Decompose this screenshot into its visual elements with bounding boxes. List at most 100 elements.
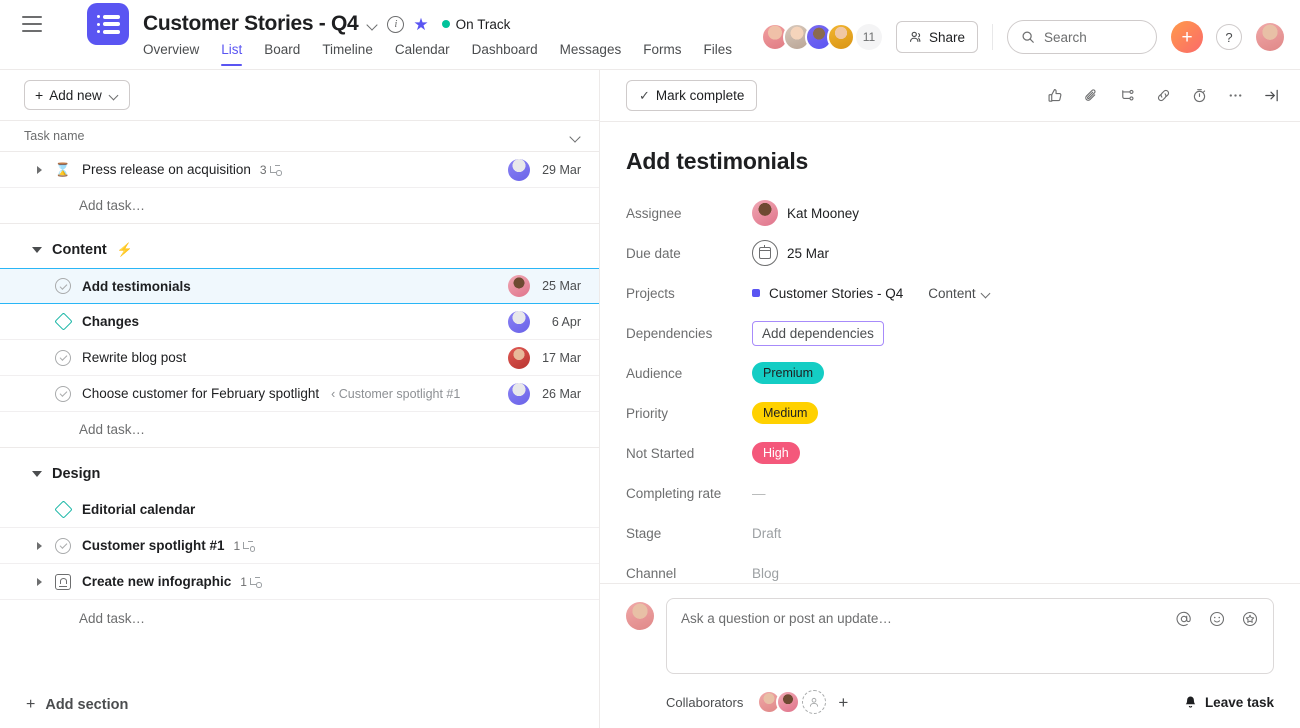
field-assignee: Assignee Kat Mooney (626, 193, 1274, 233)
menu-icon[interactable] (22, 16, 42, 32)
stage-value[interactable]: Draft (752, 526, 781, 541)
audience-pill[interactable]: Premium (752, 361, 825, 385)
comment-toolbar (1174, 609, 1259, 628)
help-button[interactable]: ? (1216, 24, 1242, 50)
approval-icon[interactable] (54, 573, 72, 590)
thumbs-up-icon[interactable] (1044, 85, 1066, 107)
milestone-diamond-icon[interactable] (53, 500, 73, 519)
add-task-button[interactable]: Add task… (0, 412, 599, 448)
parent-task-reference[interactable]: ‹ Customer spotlight #1 (331, 387, 460, 401)
channel-value[interactable]: Blog (752, 566, 779, 581)
tab-dashboard[interactable]: Dashboard (461, 42, 549, 66)
add-section-button[interactable]: + Add section (0, 696, 128, 714)
table-row[interactable]: Rewrite blog post 17 Mar (0, 340, 599, 376)
priority-pill[interactable]: Medium (752, 401, 819, 425)
check-circle-icon[interactable] (54, 385, 72, 402)
expand-caret-icon[interactable] (32, 541, 46, 550)
status-badge[interactable]: On Track (441, 17, 510, 32)
share-button[interactable]: Share (895, 21, 978, 53)
create-button[interactable]: + (1171, 21, 1203, 53)
add-dependencies-button[interactable]: Add dependencies (752, 320, 884, 346)
add-task-button[interactable]: Add task… (0, 600, 599, 636)
table-row[interactable]: Choose customer for February spotlight ‹… (0, 376, 599, 412)
project-color-dot-icon (752, 289, 760, 297)
comment-row: Ask a question or post an update… (626, 598, 1274, 674)
tab-list[interactable]: List (210, 42, 253, 66)
due-date-text: 25 Mar (787, 245, 830, 261)
add-task-button[interactable]: Add task… (0, 188, 599, 224)
collaborators-row: Collaborators + Leave task (626, 690, 1274, 714)
project-section-dropdown[interactable]: Content (928, 286, 990, 301)
completing-rate-value[interactable]: — (752, 486, 766, 501)
subtask-count-value: 1 (240, 574, 247, 589)
field-priority: Priority Medium (626, 393, 1274, 433)
avatar[interactable] (508, 382, 530, 405)
link-icon[interactable] (1152, 85, 1174, 107)
project-name: Customer Stories - Q4 (769, 285, 904, 301)
add-collaborator-button[interactable]: + (838, 694, 848, 711)
avatar[interactable] (752, 200, 778, 226)
star-icon[interactable]: ★ (413, 16, 428, 33)
paperclip-icon[interactable] (1080, 85, 1102, 107)
tab-overview[interactable]: Overview (143, 42, 210, 66)
tab-files[interactable]: Files (692, 42, 743, 66)
table-row[interactable]: Editorial calendar (0, 492, 599, 528)
timer-icon[interactable] (1188, 85, 1210, 107)
tab-board[interactable]: Board (253, 42, 311, 66)
avatar[interactable] (826, 23, 855, 51)
check-circle-icon[interactable] (54, 278, 72, 294)
more-options-icon[interactable] (1224, 85, 1246, 107)
info-icon[interactable]: i (387, 15, 405, 33)
field-projects: Projects Customer Stories - Q4 Content (626, 273, 1274, 313)
asana-task-app: Customer Stories - Q4 i ★ On Track Overv… (0, 0, 1300, 728)
add-new-button[interactable]: + Add new (24, 80, 130, 110)
collapse-panel-icon[interactable] (1260, 85, 1282, 107)
avatar[interactable] (508, 346, 530, 369)
assignee-value[interactable]: Kat Mooney (752, 200, 859, 226)
tab-calendar[interactable]: Calendar (384, 42, 461, 66)
chevron-down-icon[interactable] (367, 21, 378, 28)
section-header-content[interactable]: Content ⚡ (0, 232, 599, 268)
avatar[interactable] (508, 158, 530, 181)
project-value[interactable]: Customer Stories - Q4 Content (752, 286, 991, 301)
empty-collaborator-slot-icon[interactable] (802, 690, 827, 714)
due-date-value[interactable]: 25 Mar (752, 240, 829, 266)
user-avatar[interactable] (1256, 23, 1284, 51)
tab-messages[interactable]: Messages (549, 42, 633, 66)
field-channel: Channel Blog (626, 553, 1274, 583)
check-circle-icon[interactable] (54, 349, 72, 366)
avatar[interactable] (508, 310, 530, 333)
subtask-icon[interactable] (1116, 85, 1138, 107)
table-row-selected[interactable]: Add testimonials 25 Mar (0, 268, 599, 304)
collapse-caret-icon[interactable] (32, 247, 42, 253)
table-row[interactable]: Create new infographic 1 (0, 564, 599, 600)
check-circle-icon[interactable] (54, 537, 72, 554)
milestone-diamond-icon[interactable] (53, 312, 73, 331)
sticker-icon[interactable] (1240, 609, 1259, 628)
hourglass-icon: ⌛ (54, 162, 72, 177)
due-date: 17 Mar (542, 350, 581, 365)
member-avatars[interactable] (760, 23, 855, 51)
expand-caret-icon[interactable] (32, 165, 46, 174)
mention-icon[interactable] (1174, 609, 1193, 628)
section-header-design[interactable]: Design (0, 456, 599, 492)
emoji-icon[interactable] (1207, 609, 1226, 628)
field-due-date: Due date 25 Mar (626, 233, 1274, 273)
leave-task-button[interactable]: Leave task (1183, 695, 1274, 710)
not-started-pill[interactable]: High (752, 441, 800, 465)
expand-caret-icon[interactable] (32, 577, 46, 586)
member-count[interactable]: 11 (855, 24, 882, 50)
avatar[interactable] (508, 275, 530, 297)
avatar[interactable] (776, 690, 801, 714)
collapse-caret-icon[interactable] (32, 471, 42, 477)
chevron-down-icon[interactable] (571, 133, 581, 140)
table-row[interactable]: Customer spotlight #1 1 (0, 528, 599, 564)
tab-timeline[interactable]: Timeline (311, 42, 384, 66)
task-rows: ⌛ Press release on acquisition 3 29 Mar … (0, 152, 599, 728)
table-row[interactable]: Changes 6 Apr (0, 304, 599, 340)
comment-input[interactable]: Ask a question or post an update… (666, 598, 1274, 674)
tab-forms[interactable]: Forms (632, 42, 692, 66)
search-input[interactable]: Search (1007, 20, 1157, 54)
table-row[interactable]: ⌛ Press release on acquisition 3 29 Mar (0, 152, 599, 188)
mark-complete-button[interactable]: ✓ Mark complete (626, 80, 758, 111)
